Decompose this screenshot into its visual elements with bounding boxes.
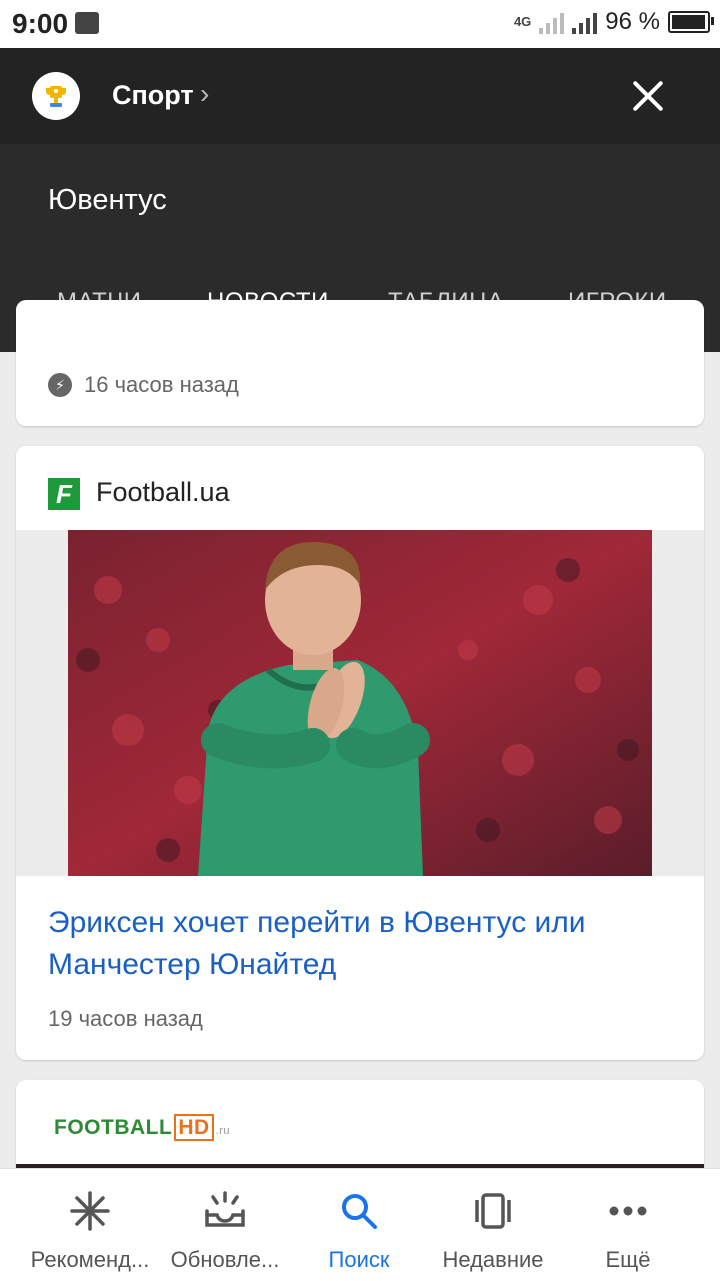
card-meta: ⚡ 16 часов назад bbox=[48, 372, 239, 398]
source-name: Football.ua bbox=[96, 477, 230, 507]
battery-icon bbox=[668, 11, 714, 33]
status-indicators: 4G 96 % bbox=[513, 8, 714, 36]
logo-suffix-text: .ru bbox=[215, 1125, 230, 1137]
bolt-icon: ⚡ bbox=[48, 373, 72, 397]
network-type: 4G bbox=[513, 14, 532, 29]
nav-more[interactable]: Ещё bbox=[556, 1169, 700, 1281]
card-time: 16 часов назад bbox=[84, 372, 239, 397]
nav-updates-label: Обновле... bbox=[170, 1247, 280, 1272]
signal-weak-icon bbox=[539, 10, 565, 34]
article-photo[interactable] bbox=[68, 530, 652, 876]
team-name: Ювентус bbox=[48, 184, 167, 216]
asterisk-icon bbox=[68, 1189, 112, 1233]
bottom-navigation: Рекоменд... Обновле... Поиск Недавние Ещ… bbox=[0, 1168, 720, 1281]
chevron-right-icon[interactable]: › bbox=[200, 78, 209, 110]
nav-recommended[interactable]: Рекоменд... bbox=[18, 1169, 162, 1281]
status-time: 9:00 bbox=[12, 8, 69, 39]
article-image-frame bbox=[16, 530, 704, 876]
status-bar: 9:00 4G 96 % bbox=[0, 0, 720, 48]
article-headline[interactable]: Эриксен хочет перейти в Ювентус или Манч… bbox=[48, 902, 668, 986]
close-icon[interactable] bbox=[628, 76, 668, 116]
footballhd-logo: FOOTBALL HD .ru bbox=[54, 1114, 230, 1141]
more-icon bbox=[606, 1189, 650, 1233]
nav-recent-label: Недавние bbox=[442, 1247, 544, 1272]
article-time: 19 часов назад bbox=[48, 1006, 203, 1031]
sport-title[interactable]: Спорт bbox=[112, 80, 194, 111]
nav-recent[interactable]: Недавние bbox=[421, 1169, 565, 1281]
recent-icon bbox=[471, 1189, 515, 1233]
nav-search-label: Поиск bbox=[328, 1247, 390, 1272]
source-logo-icon: F bbox=[48, 478, 80, 510]
signal-icon bbox=[572, 10, 598, 34]
image-notification-icon bbox=[75, 12, 99, 34]
top-bar: Спорт › bbox=[0, 48, 720, 144]
news-card-previous[interactable]: ⚡ 16 часов назад bbox=[16, 300, 704, 426]
news-card[interactable]: F Football.ua Эриксен хочет перейти в Юв… bbox=[16, 446, 704, 1060]
nav-more-label: Ещё bbox=[605, 1247, 651, 1272]
logo-hd-text: HD bbox=[174, 1114, 214, 1141]
nav-recommended-label: Рекоменд... bbox=[30, 1247, 150, 1272]
nav-updates[interactable]: Обновле... bbox=[153, 1169, 297, 1281]
logo-main-text: FOOTBALL bbox=[54, 1116, 173, 1139]
battery-percent: 96 % bbox=[605, 8, 660, 35]
trophy-icon[interactable] bbox=[32, 72, 80, 120]
updates-icon bbox=[203, 1189, 247, 1233]
nav-search[interactable]: Поиск bbox=[287, 1169, 431, 1281]
search-icon bbox=[337, 1189, 381, 1233]
